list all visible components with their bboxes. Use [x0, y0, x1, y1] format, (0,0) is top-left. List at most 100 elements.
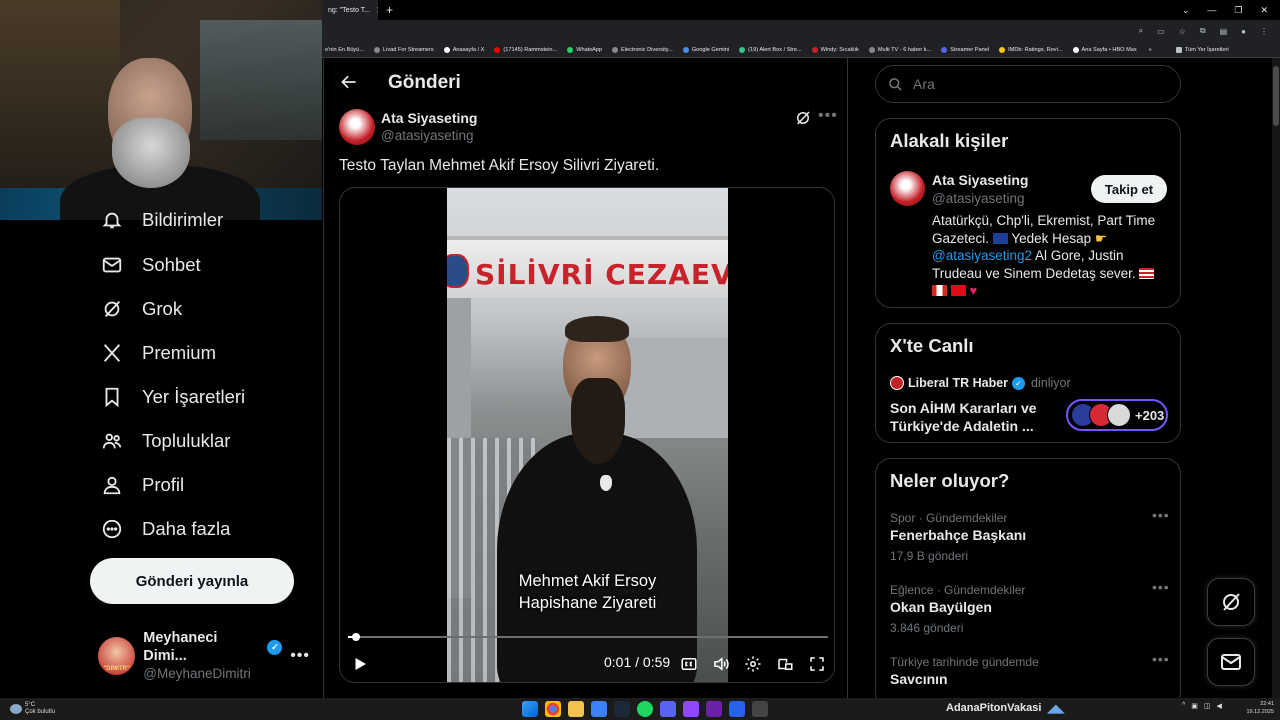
nav-label: Grok — [142, 298, 183, 319]
avatar[interactable] — [890, 171, 925, 206]
cast-icon[interactable]: ▭ — [1157, 27, 1165, 36]
avatar-logo-text: "DIMITR" — [103, 666, 130, 672]
bookmark-item[interactable]: Ana Sayfa • HBO Max — [1072, 46, 1137, 53]
nav-notifications[interactable]: Bildirimler — [100, 202, 223, 238]
left-sidebar: Bildirimler Sohbet Grok Premium Yer İşar… — [0, 209, 322, 700]
volume-icon[interactable] — [711, 654, 731, 674]
video-progress-bar[interactable] — [348, 633, 828, 641]
more-icon[interactable]: ••• — [1152, 651, 1170, 667]
messages-fab-button[interactable] — [1207, 638, 1255, 686]
grok-fab-button[interactable] — [1207, 578, 1255, 626]
nav-bookmarks[interactable]: Yer İşaretleri — [100, 379, 245, 415]
spotify-icon[interactable] — [637, 701, 653, 717]
more-icon[interactable]: ••• — [290, 647, 310, 665]
twitch-icon[interactable] — [683, 701, 699, 717]
zoom-icon[interactable]: ⌕ — [1139, 26, 1143, 36]
close-window-icon[interactable]: ✕ — [1260, 5, 1268, 16]
more-icon[interactable]: ••• — [1152, 507, 1170, 523]
search-input[interactable]: Ara — [913, 76, 935, 92]
nav-premium[interactable]: Premium — [100, 335, 216, 371]
author-name[interactable]: Ata Siyaseting — [381, 110, 477, 126]
stream-ticker: AdanaPitonVakasi ◢◣ — [946, 702, 1064, 715]
star-icon[interactable]: ☆ — [1179, 27, 1186, 36]
bookmark-item[interactable]: Streamer Panel — [941, 46, 989, 53]
live-spaces-card[interactable]: X'te Canlı Liberal TR Haber ✓ dinliyor S… — [875, 323, 1181, 443]
more-icon[interactable]: ••• — [818, 107, 838, 125]
bookmark-item[interactable]: (19) Alert Box / Stre... — [739, 46, 802, 53]
bell-icon — [100, 208, 124, 232]
obs-icon[interactable] — [752, 701, 768, 717]
author-handle[interactable]: @atasiyaseting — [381, 128, 474, 143]
tray-app-icon[interactable]: ▣ — [1191, 702, 1198, 710]
picture-in-picture-icon[interactable] — [775, 654, 795, 674]
nav-more[interactable]: Daha fazla — [100, 511, 230, 547]
mail-icon — [100, 253, 124, 277]
app-icon[interactable] — [729, 701, 745, 717]
bookmark-item[interactable]: Windy: Sıcaklık — [811, 46, 859, 53]
sidebar-icon[interactable]: ▤ — [1220, 27, 1228, 36]
close-icon[interactable]: ✕ — [376, 5, 378, 16]
app-icon[interactable] — [706, 701, 722, 717]
video-time: 0:01 / 0:59 — [604, 654, 671, 670]
app-icon[interactable] — [591, 701, 607, 717]
settings-gear-icon[interactable] — [743, 654, 763, 674]
bookmark-item[interactable]: Livad For Streamers — [374, 46, 434, 53]
nav-chat[interactable]: Sohbet — [100, 247, 201, 283]
nav-communities[interactable]: Topluluklar — [100, 423, 230, 459]
page-scrollbar[interactable] — [1272, 58, 1280, 698]
back-arrow-icon[interactable] — [339, 72, 359, 92]
all-bookmarks-folder[interactable]: Tüm Yer İşaretleri — [1175, 46, 1229, 53]
related-name[interactable]: Ata Siyaseting — [932, 172, 1028, 188]
author-avatar[interactable] — [339, 109, 375, 145]
minimize-icon[interactable]: — — [1207, 5, 1216, 16]
account-switcher[interactable]: "DIMITR" Meyhaneci Dimi... ✓ @MeyhaneDimi… — [98, 630, 310, 681]
bookmark-item[interactable]: Anasayfa / X — [443, 46, 484, 53]
play-icon[interactable] — [350, 654, 370, 674]
video-frame[interactable]: SİLİVRİ CEZAEV Mehmet Akif Ersoy Hapisha… — [447, 188, 728, 682]
related-handle[interactable]: @atasiyaseting — [932, 191, 1025, 206]
trend-item[interactable]: Spor · Gündemdekiler Fenerbahçe Başkanı … — [876, 507, 1182, 579]
video-player[interactable]: SİLİVRİ CEZAEV Mehmet Akif Ersoy Hapisha… — [339, 187, 835, 683]
volume-icon[interactable]: ◀ — [1217, 702, 1222, 710]
scrollbar-thumb[interactable] — [1273, 66, 1279, 126]
fullscreen-icon[interactable] — [807, 654, 827, 674]
bookmark-item[interactable]: WhatsApp — [567, 46, 602, 53]
search-box[interactable]: Ara — [875, 65, 1181, 103]
chrome-icon[interactable] — [545, 701, 561, 717]
bookmark-item[interactable]: Electronic Diversity... — [612, 46, 673, 53]
more-icon[interactable]: ••• — [1152, 579, 1170, 595]
discord-icon[interactable] — [660, 701, 676, 717]
avatar — [1107, 403, 1131, 427]
chevron-down-icon[interactable]: ⌄ — [1182, 5, 1190, 16]
tray-chevron-icon[interactable]: ^ — [1182, 702, 1185, 710]
bookmark-item[interactable]: e'nin En Büyü... — [325, 47, 364, 53]
post-button[interactable]: Gönderi yayınla — [90, 558, 294, 604]
network-icon[interactable]: ◫ — [1204, 702, 1211, 710]
menu-icon[interactable]: ⋮ — [1260, 27, 1268, 36]
video-progress-knob[interactable] — [352, 633, 361, 641]
maximize-icon[interactable]: ❐ — [1234, 5, 1242, 16]
bio-mention-link[interactable]: @atasiyaseting2 — [932, 248, 1032, 263]
windows-start-icon[interactable] — [522, 701, 538, 717]
captions-icon[interactable] — [679, 654, 699, 674]
taskbar-clock[interactable]: 22:41 19.12.2025 — [1238, 700, 1274, 716]
weather-widget[interactable]: 5°C Çok bulutlu — [0, 702, 200, 716]
trend-item[interactable]: Eğlence · Gündemdekiler Okan Bayülgen 3.… — [876, 579, 1182, 651]
bookmark-item[interactable]: (17145) Rammstein... — [494, 46, 557, 53]
bookmark-item[interactable]: IMDb: Ratings, Revi... — [999, 46, 1063, 53]
live-listeners[interactable]: +203 — [1066, 399, 1168, 431]
bookmark-item[interactable]: Multi TV - 6 haber k... — [868, 46, 931, 53]
steam-icon[interactable] — [614, 701, 630, 717]
extensions-icon[interactable]: ⧉ — [1200, 26, 1206, 36]
live-space-title[interactable]: Son AİHM Kararları ve Türkiye'de Adaleti… — [890, 399, 1060, 435]
nav-profile[interactable]: Profil — [100, 467, 184, 503]
profile-icon[interactable]: ● — [1241, 27, 1246, 36]
new-tab-icon[interactable]: + — [386, 3, 393, 17]
bookmark-item[interactable]: Google Gemini — [682, 46, 729, 53]
file-explorer-icon[interactable] — [568, 701, 584, 717]
bookmarks-overflow-button[interactable]: » — [1149, 47, 1152, 53]
nav-grok[interactable]: Grok — [100, 291, 182, 327]
browser-tab[interactable]: ng: "Testo T... ✕ — [322, 0, 378, 20]
follow-button[interactable]: Takip et — [1091, 175, 1167, 203]
grok-explain-icon[interactable] — [794, 109, 812, 127]
